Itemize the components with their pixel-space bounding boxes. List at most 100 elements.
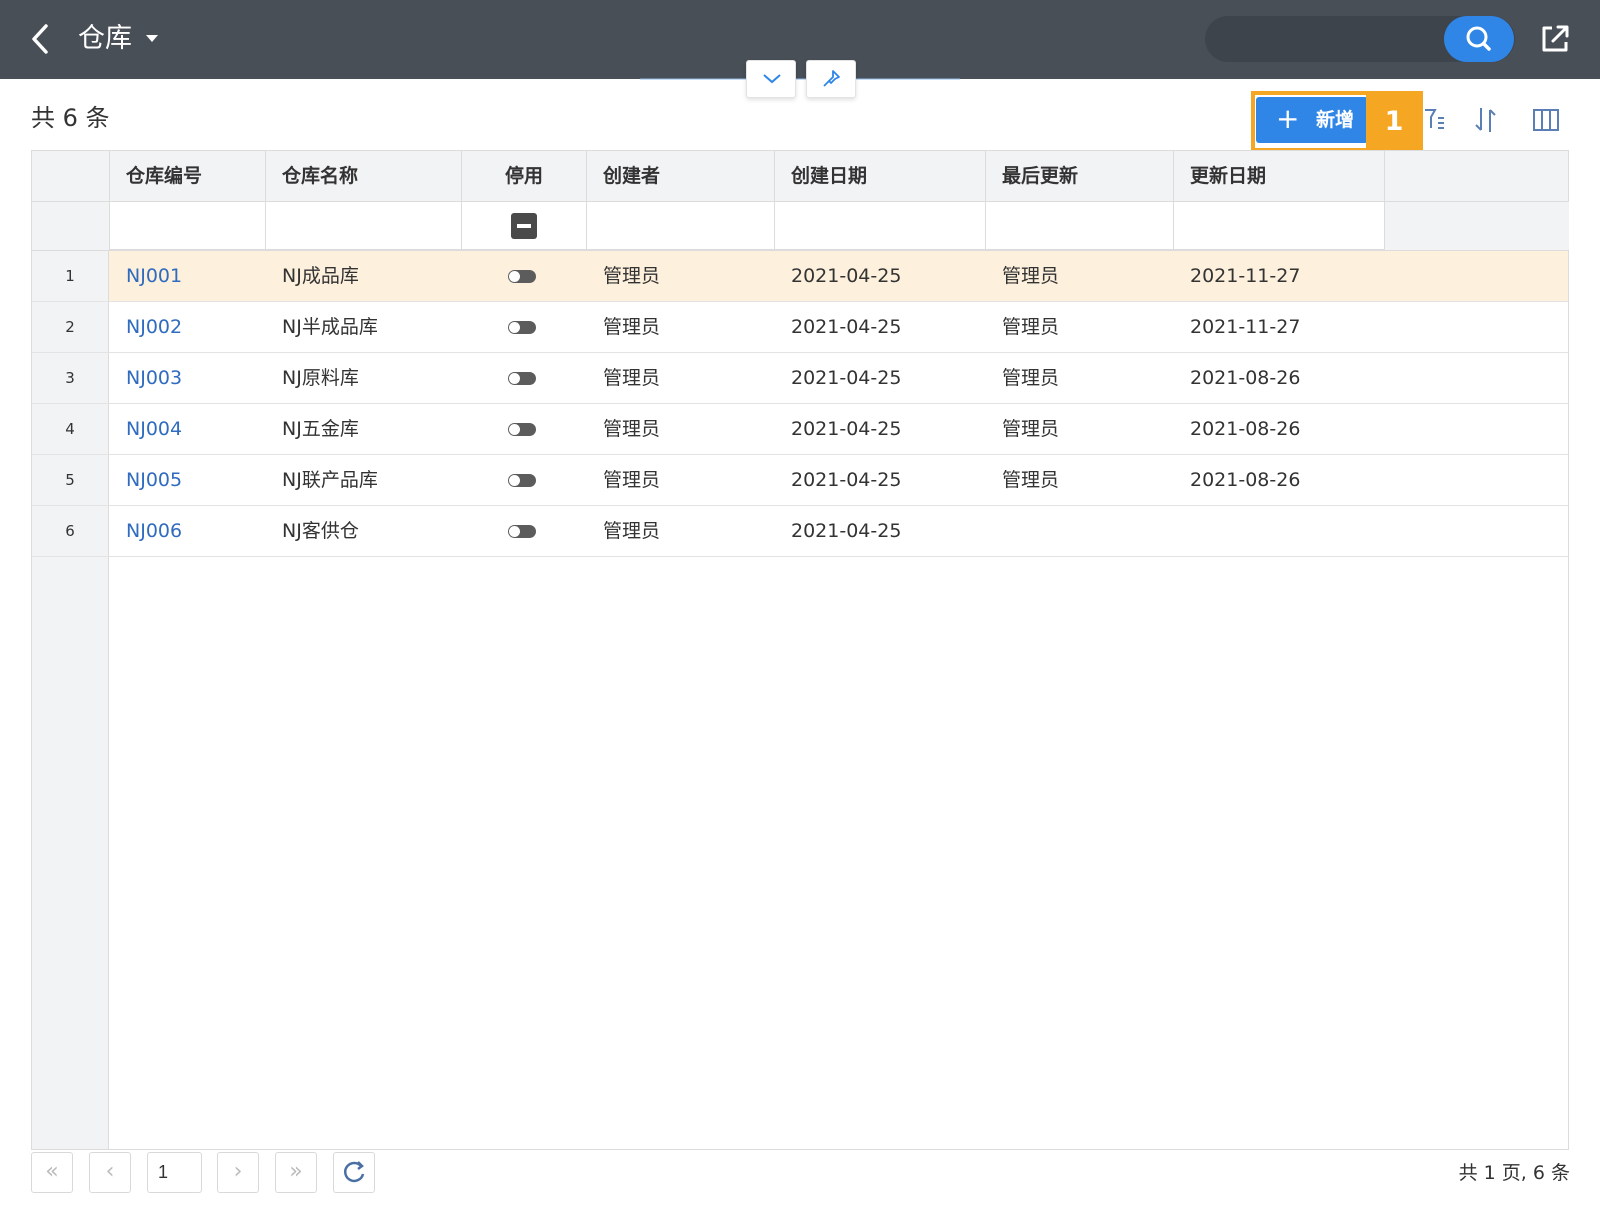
indeterminate-checkbox[interactable] bbox=[511, 213, 537, 239]
cell-name: NJ成品库 bbox=[282, 265, 359, 287]
cell-code[interactable]: NJ001 bbox=[110, 251, 266, 301]
table-row[interactable]: 6 NJ006 NJ客供仓 管理员 2021-04-25 bbox=[32, 506, 1568, 557]
cell-disabled bbox=[462, 353, 587, 403]
filter-creator[interactable] bbox=[587, 202, 775, 250]
share-icon[interactable] bbox=[1538, 22, 1572, 56]
cell-code[interactable]: NJ006 bbox=[110, 506, 266, 556]
cell-created-date: 2021-04-25 bbox=[791, 316, 902, 338]
header-last-updater[interactable]: 最后更新 bbox=[986, 151, 1174, 202]
cell-code[interactable]: NJ005 bbox=[110, 455, 266, 505]
disabled-toggle[interactable] bbox=[508, 423, 536, 436]
data-table: 仓库编号 仓库名称 停用 创建者 创建日期 最后更新 更新日期 1 NJ001 NJ… bbox=[31, 150, 1569, 1150]
next-page-button[interactable]: › bbox=[217, 1152, 259, 1193]
header-creator[interactable]: 创建者 bbox=[587, 151, 775, 202]
filter-row bbox=[32, 202, 1569, 251]
cell-last-updater: 管理员 bbox=[1002, 418, 1060, 440]
filter-name[interactable] bbox=[266, 202, 462, 250]
last-page-button[interactable]: » bbox=[275, 1152, 317, 1193]
table-row[interactable]: 2 NJ002 NJ半成品库 管理员 2021-04-25 管理员 2021-11-27 bbox=[32, 302, 1568, 353]
cell-creator: 管理员 bbox=[603, 418, 661, 440]
cell-disabled bbox=[462, 506, 587, 556]
row-number: 4 bbox=[32, 404, 109, 454]
table-row[interactable]: 5 NJ005 NJ联产品库 管理员 2021-04-25 管理员 2021-08-26 bbox=[32, 455, 1568, 506]
cell-last-updater: 管理员 bbox=[1002, 316, 1060, 338]
filter-list-icon[interactable] bbox=[1420, 104, 1452, 136]
cell-created-date: 2021-04-25 bbox=[791, 418, 902, 440]
cell-last-updater: 管理员 bbox=[1002, 367, 1060, 389]
disabled-toggle[interactable] bbox=[508, 372, 536, 385]
step-badge: 1 bbox=[1366, 93, 1422, 150]
filter-created-date[interactable] bbox=[775, 202, 986, 250]
cell-name: NJ客供仓 bbox=[282, 520, 359, 542]
row-number: 2 bbox=[32, 302, 109, 352]
cell-disabled bbox=[462, 404, 587, 454]
search-button[interactable] bbox=[1444, 16, 1514, 62]
cell-created-date: 2021-04-25 bbox=[791, 367, 902, 389]
header-created-date[interactable]: 创建日期 bbox=[775, 151, 986, 202]
first-page-button[interactable]: « bbox=[31, 1152, 73, 1193]
cell-updated-date: 2021-11-27 bbox=[1190, 265, 1301, 287]
cell-name: NJ联产品库 bbox=[282, 469, 378, 491]
disabled-toggle[interactable] bbox=[508, 474, 536, 487]
page-title[interactable]: 仓库 bbox=[78, 19, 132, 59]
table-row[interactable]: 3 NJ003 NJ原料库 管理员 2021-04-25 管理员 2021-08-26 bbox=[32, 353, 1568, 404]
add-button[interactable]: + 新增 bbox=[1256, 97, 1368, 143]
cell-disabled bbox=[462, 251, 587, 301]
row-number: 5 bbox=[32, 455, 109, 505]
cell-updated-date: 2021-08-26 bbox=[1190, 418, 1301, 440]
page-number-input[interactable]: 1 bbox=[147, 1152, 202, 1193]
cell-created-date: 2021-04-25 bbox=[791, 265, 902, 287]
table-row[interactable]: 4 NJ004 NJ五金库 管理员 2021-04-25 管理员 2021-08-26 bbox=[32, 404, 1568, 455]
filter-last-updater[interactable] bbox=[986, 202, 1174, 250]
top-bar: 仓库 bbox=[0, 0, 1600, 79]
header-name[interactable]: 仓库名称 bbox=[266, 151, 462, 202]
cell-code[interactable]: NJ002 bbox=[110, 302, 266, 352]
cell-code[interactable]: NJ003 bbox=[110, 353, 266, 403]
header-updated-date[interactable]: 更新日期 bbox=[1174, 151, 1385, 202]
cell-creator: 管理员 bbox=[603, 265, 661, 287]
caret-down-icon[interactable] bbox=[146, 35, 158, 42]
collapse-button[interactable] bbox=[746, 60, 796, 98]
refresh-button[interactable] bbox=[333, 1152, 375, 1193]
pin-icon bbox=[823, 70, 840, 87]
record-count: 共 6 条 bbox=[31, 104, 110, 132]
cell-code[interactable]: NJ004 bbox=[110, 404, 266, 454]
filter-updated-date[interactable] bbox=[1174, 202, 1385, 250]
cell-creator: 管理员 bbox=[603, 520, 661, 542]
row-number: 6 bbox=[32, 506, 109, 556]
cell-disabled bbox=[462, 455, 587, 505]
disabled-toggle[interactable] bbox=[508, 321, 536, 334]
filter-code[interactable] bbox=[110, 202, 266, 250]
cell-name: NJ半成品库 bbox=[282, 316, 378, 338]
back-icon[interactable] bbox=[26, 22, 54, 56]
disabled-toggle[interactable] bbox=[508, 270, 536, 283]
filter-tail bbox=[1385, 202, 1569, 250]
row-number: 1 bbox=[32, 251, 109, 301]
disabled-toggle[interactable] bbox=[508, 525, 536, 538]
prev-page-button[interactable]: ‹ bbox=[89, 1152, 131, 1193]
table-header: 仓库编号 仓库名称 停用 创建者 创建日期 最后更新 更新日期 bbox=[32, 151, 1568, 202]
chevron-down-icon bbox=[763, 74, 781, 84]
plus-icon: + bbox=[1276, 102, 1300, 135]
cell-updated-date: 2021-08-26 bbox=[1190, 367, 1301, 389]
pin-button[interactable] bbox=[806, 60, 856, 98]
filter-disabled bbox=[462, 202, 587, 250]
cell-creator: 管理员 bbox=[603, 367, 661, 389]
header-disabled[interactable]: 停用 bbox=[462, 151, 587, 202]
cell-creator: 管理员 bbox=[603, 316, 661, 338]
cell-creator: 管理员 bbox=[603, 469, 661, 491]
header-code[interactable]: 仓库编号 bbox=[110, 151, 266, 202]
cell-updated-date: 2021-11-27 bbox=[1190, 316, 1301, 338]
search-icon bbox=[1466, 26, 1491, 51]
sort-icon[interactable] bbox=[1470, 104, 1502, 136]
table-row[interactable]: 1 NJ001 NJ成品库 管理员 2021-04-25 管理员 2021-11-27 bbox=[32, 251, 1568, 302]
cell-name: NJ原料库 bbox=[282, 367, 359, 389]
refresh-icon bbox=[343, 1161, 365, 1183]
cell-updated-date bbox=[1174, 506, 1385, 556]
collapse-indicator bbox=[640, 78, 960, 80]
cell-disabled bbox=[462, 302, 587, 352]
columns-icon[interactable] bbox=[1530, 104, 1562, 136]
cell-updated-date: 2021-08-26 bbox=[1190, 469, 1301, 491]
filter-rownum bbox=[32, 202, 110, 250]
row-number: 3 bbox=[32, 353, 109, 403]
